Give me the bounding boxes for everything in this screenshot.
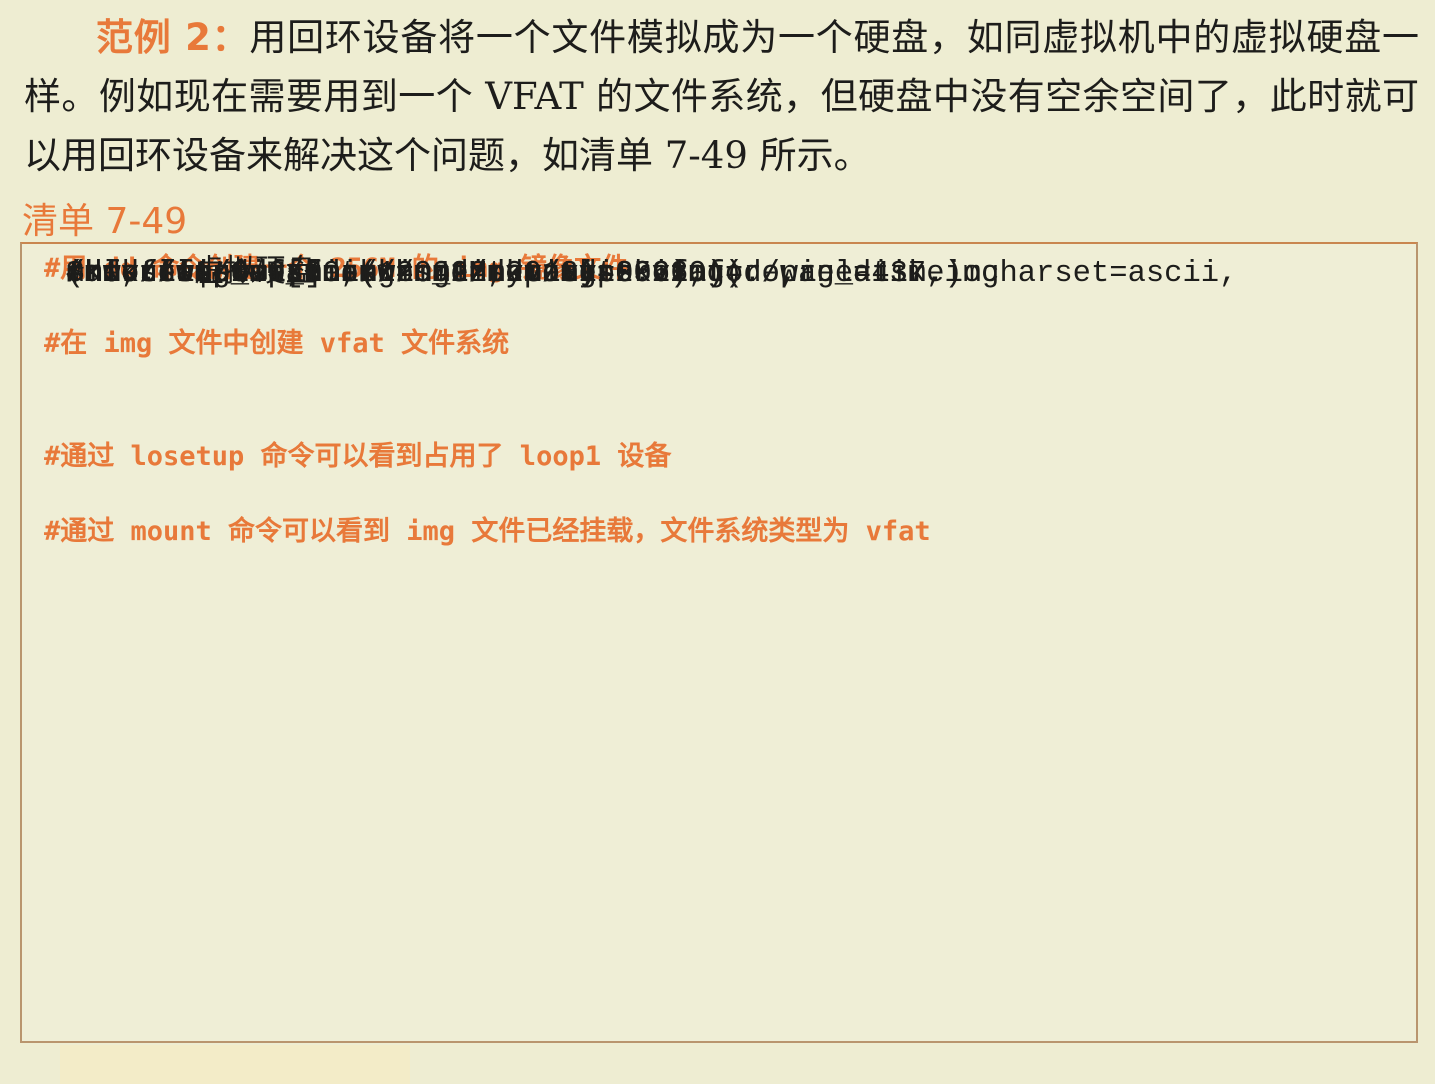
code-block: #用 dd 命令创建一个 256M 的.img 镜像文件 # dd if=/dev… bbox=[44, 250, 1237, 551]
code-line: shortname=mixed,errors=remount-ro) bbox=[66, 257, 689, 291]
code-comment-line: #通过 mount 命令可以看到 img 文件已经挂载，文件系统类型为 vfat bbox=[44, 516, 931, 548]
code-comment-line: #在 img 文件中创建 vfat 文件系统 bbox=[44, 328, 510, 360]
code-comment-line: #通过 losetup 命令可以看到占用了 loop1 设备 bbox=[44, 440, 672, 472]
intro-paragraph: 范例 2：用回环设备将一个文件模拟成为一个硬盘，如同虚拟机中的虚拟硬盘一样。例如… bbox=[24, 8, 1419, 185]
example-label: 范例 2： bbox=[96, 16, 250, 59]
page-edge-strip bbox=[60, 1045, 410, 1084]
code-listing-box: #用 dd 命令创建一个 256M 的.img 镜像文件 # dd if=/dev… bbox=[20, 242, 1418, 1043]
listing-title: 清单 7-49 bbox=[22, 201, 188, 242]
